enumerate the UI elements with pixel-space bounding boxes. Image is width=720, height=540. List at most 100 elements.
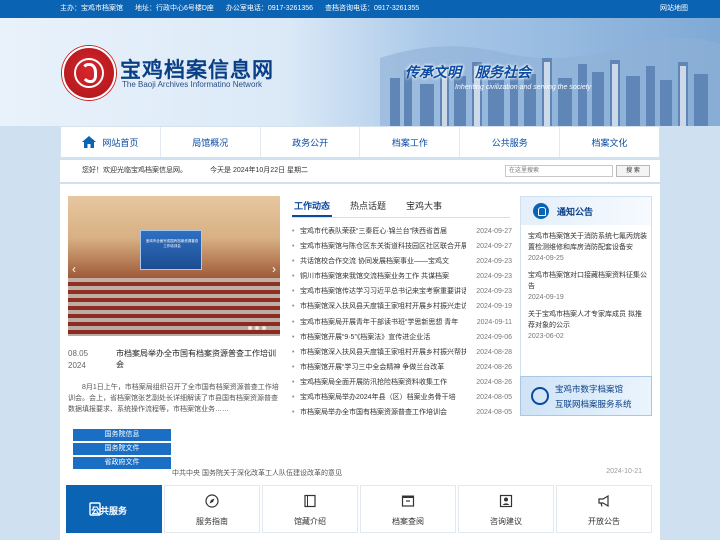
bullet-icon: • [292,243,295,251]
quicklink-state-council-docs[interactable]: 国务院文件 [73,443,171,455]
address-text: 地址：行政中心6号楼D座 [134,5,214,12]
notice-item[interactable]: 宝鸡市档案馆对口接藏档案资料征集公告 2024-09-19 [528,270,648,303]
bullet-icon: • [292,258,295,266]
news-tabs: 工作动态 热点话题 宝鸡大事 [292,198,510,218]
main-nav: 网站首页 局馆概况 政务公开 档案工作 公共服务 档案文化 [60,126,660,158]
list-item[interactable]: • 宝鸡市档案馆传达学习习近平总书记来宝考察重要讲话 2024-09-23 [292,284,512,299]
site-info: 主办：宝鸡市档案馆 地址：行政中心6号楼D座 办公室电话：0917-326135… [60,0,429,18]
digital-archive-line2: 互联网档案服务系统 [555,399,632,409]
tab-work-news[interactable]: 工作动态 [292,198,333,217]
date-text: 今天是 2024年10月22日 星期二 [210,167,309,174]
archive-box-icon [401,495,415,507]
list-item[interactable]: • 市档案馆深入扶风县天度镇王家咀村开展乡村振兴帮扶工 2024-08-28 [292,345,512,360]
welcome-text: 您好！欢迎光临宝鸡档案信息网。 [82,167,187,174]
digital-archive-banner[interactable]: 宝鸡市数字档案馆 互联网档案服务系统 [520,376,652,416]
nav-item-public-service[interactable]: 公共服务 [460,127,561,157]
quicklink-province-docs[interactable]: 省政府文件 [73,457,171,469]
top-info-bar: 主办：宝鸡市档案馆 地址：行政中心6号楼D座 办公室电话：0917-326135… [0,0,720,18]
nav-item-label: 网站首页 [102,137,139,148]
list-item[interactable]: • 市档案局举办全市国有档案资源普查工作培训会 2024-08-05 [292,405,512,420]
list-item[interactable]: • 共话馆校合作交流 协同发展档案事业——宝鸡文 2024-09-23 [292,254,512,269]
tab-hot-topics[interactable]: 热点话题 [348,198,388,217]
sitemap-link[interactable]: 网站地图 [660,0,688,18]
compass-icon [205,494,219,508]
service-open-notice[interactable]: 开放公告 [556,485,652,533]
notice-item[interactable]: 关于宝鸡市档案人才专家库成员 拟推荐对象的公示 2023-06-02 [528,309,648,342]
bullet-icon: • [292,228,295,235]
bullet-icon: • [292,318,295,326]
bullet-icon: • [292,394,295,402]
bullet-icon: • [292,363,295,371]
carousel-dot[interactable] [262,326,266,330]
nav-item-home[interactable]: 网站首页 [61,127,161,157]
slogan-english: Inheriting civilization and serving the … [455,84,592,91]
nav-item-government[interactable]: 政务公开 [261,127,361,157]
bullet-icon: • [292,348,295,356]
ticker-title: 中共中央 国务院关于深化改革工人队伍建设改革的意见 [172,470,342,477]
list-item[interactable]: • 宝鸡市代表队荣获“三秦匠心·锦兰台”陕西省首届 2024-09-27 [292,224,512,239]
list-item[interactable]: • 市档案馆开展“9·5”《档案法》宣传进企业活 2024-09-06 [292,330,512,345]
bullet-icon: • [292,409,295,417]
carousel-dot[interactable] [255,326,259,330]
chevron-left-icon[interactable]: ‹ [72,262,76,276]
news-list: • 宝鸡市代表队荣获“三秦匠心·锦兰台”陕西省首届 2024-09-27 • 宝鸡市档… [292,224,512,420]
tab-baoji-events[interactable]: 宝鸡大事 [404,198,444,217]
bullet-icon: • [292,273,295,281]
nav-item-archive-work[interactable]: 档案工作 [360,127,461,157]
carousel-dots [248,326,266,330]
featured-title[interactable]: 市档案局举办全市国有档案资源普查工作培训会 [116,348,282,370]
digital-archive-line1: 宝鸡市数字档案馆 [555,384,624,394]
megaphone-icon [598,494,609,508]
featured-date-year: 2024 [68,361,86,370]
notice-list: 宝鸡市档案馆关于消防系统七氟丙烷装置检测维修和库房消防配套设备安 2024-09… [528,231,648,348]
featured-date-md: 08.05 [68,349,89,358]
service-guide[interactable]: 服务指南 [164,485,260,533]
bullet-icon: • [292,378,295,386]
bullet-icon: • [292,333,295,341]
service-consult[interactable]: 咨询建议 [458,485,554,533]
bell-icon [533,203,549,219]
office-phone-text: 办公室电话：0917-3261356 [225,5,314,12]
header-banner: 宝鸡档案信息网 The Baoji Archives Informatino N… [0,18,720,126]
policy-ticker[interactable]: 中共中央 国务院关于深化改革工人队伍建设改革的意见 2024-10-21 [172,468,642,478]
service-collection[interactable]: 馆藏介绍 [262,485,358,533]
quicklink-state-council-info[interactable]: 国务院信息 [73,429,171,441]
list-item[interactable]: • 宝鸡档案局全面开展防汛抢险档案资料收集工作 2024-08-26 [292,375,512,390]
slogan: 传承文明 服务社会 [405,65,531,81]
notice-title[interactable]: 通知公告 [557,205,593,218]
archive-badge-icon [531,387,549,405]
list-item[interactable]: • 宝鸡市档案局开展青年干部读书班“学思新思想 青年 2024-09-11 [292,315,512,330]
nav-item-overview[interactable]: 局馆概况 [161,127,261,157]
featured-news-photo[interactable]: 宝鸡市全面完成国有档案资源普查工作培训会 ‹ › [68,196,280,336]
chevron-right-icon[interactable]: › [272,262,276,276]
service-archive-query[interactable]: 档案查阅 [360,485,456,533]
host-text: 主办：宝鸡市档案馆 [60,5,123,12]
list-item[interactable]: • 市档案馆开展“学习三中全会精神 争做兰台改革 2024-08-26 [292,360,512,375]
list-item[interactable]: • 宝鸡市档案局举办2024年县（区）档案业务骨干培 2024-08-05 [292,390,512,405]
home-icon [82,136,97,148]
status-bar: 您好！欢迎光临宝鸡档案信息网。 今天是 2024年10月22日 星期二 搜 索 [60,160,660,182]
stage-text: 宝鸡市全面完成国有档案资源普查工作培训会 [145,239,199,248]
services-head[interactable]: 公共服务 [66,485,162,533]
services-bar: 公共服务 服务指南 馆藏介绍 档案查阅 咨询建议 开放公告 [66,485,652,533]
logo-subtitle: The Baoji Archives Informatino Network [122,80,263,89]
book-icon [304,494,316,508]
list-item[interactable]: • 铜川市档案馆来我馆交流档案业务工作 共谋档案 2024-09-23 [292,269,512,284]
list-item[interactable]: • 宝鸡市档案馆与陈仓区东关街道科技园区社区联合开展 2024-09-27 [292,239,512,254]
services-head-label: 公共服务 [91,506,128,516]
bullet-icon: • [292,288,295,296]
logo-seal-icon[interactable] [62,46,116,100]
carousel-dot[interactable] [248,326,252,330]
search-button[interactable]: 搜 索 [616,165,650,177]
search-input[interactable] [505,165,613,177]
query-phone-text: 查档咨询电话：0917-3261355 [324,5,420,12]
quick-links: 国务院信息 国务院文件 省政府文件 [73,429,171,471]
list-item[interactable]: • 市档案馆深入扶风县天度镇王家咀村开展乡村振兴走访慰 2024-09-19 [292,299,512,314]
featured-date: 08.05 2024 [68,348,88,372]
notice-item[interactable]: 宝鸡市档案馆关于消防系统七氟丙烷装置检测维修和库房消防配套设备安 2024-09… [528,231,648,264]
bullet-icon: • [292,303,295,311]
notice-header: 通知公告 [521,197,651,225]
nav-item-archive-culture[interactable]: 档案文化 [560,127,659,157]
notice-panel: 通知公告 宝鸡市档案馆关于消防系统七氟丙烷装置检测维修和库房消防配套设备安 20… [520,196,652,392]
person-card-icon [499,494,513,508]
